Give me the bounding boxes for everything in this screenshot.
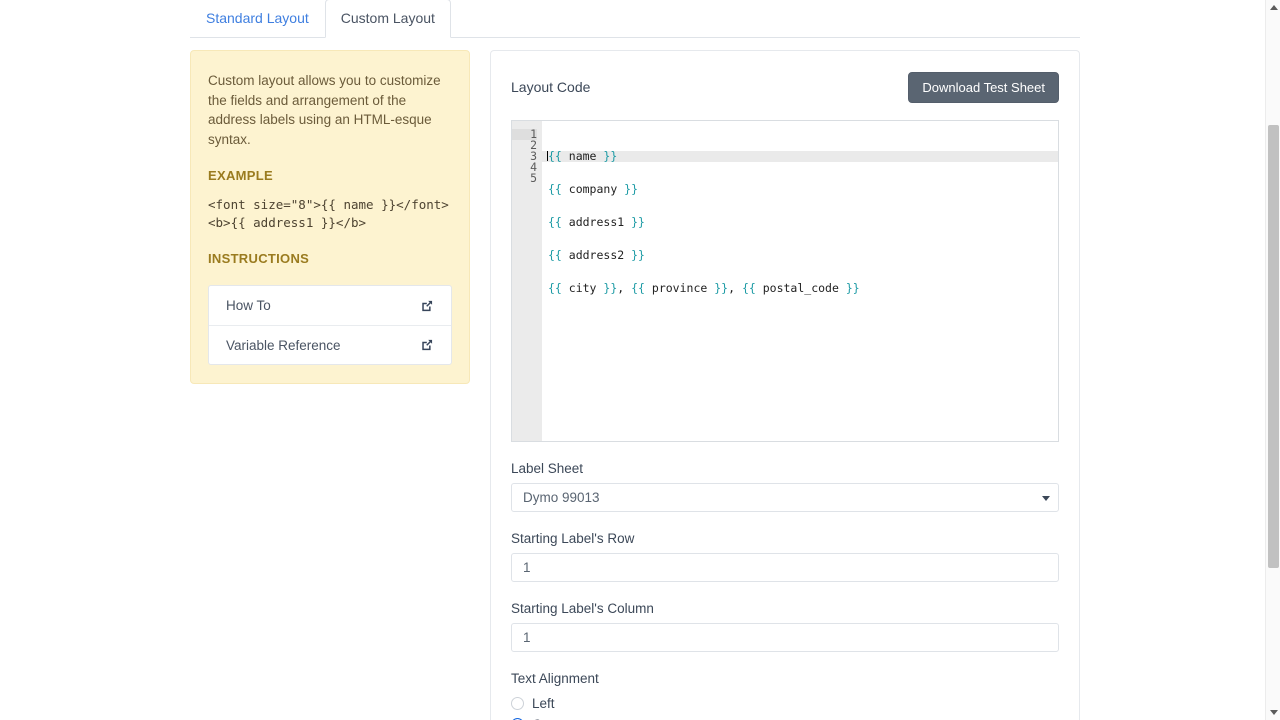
info-lead-text: Custom layout allows you to customize th… [208,73,441,147]
tab-custom-layout[interactable]: Custom Layout [324,0,451,38]
tab-standard-layout[interactable]: Standard Layout [190,0,325,38]
editor-gutter: 1 2 3 4 5 [512,121,542,441]
link-row-variable-reference[interactable]: Variable Reference [209,325,451,364]
line-number: 5 [530,171,537,185]
tab-standard-layout-label: Standard Layout [206,10,309,26]
layout-tabs: Standard Layout Custom Layout [190,0,1080,38]
alignment-option-center[interactable]: Center [511,714,1059,720]
tab-custom-layout-label: Custom Layout [340,10,435,26]
instructions-links-card: How To Variable Reference [208,285,452,365]
code-line-5-text: {{ city }}, {{ province }}, {{ postal_co… [548,281,860,295]
example-code-line-2: <b>{{ address1 }}</b> [208,215,367,230]
radio-left-label[interactable]: Left [532,696,555,711]
code-line-4-text: {{ address2 }} [548,248,645,262]
external-link-icon [420,338,434,352]
scrollbar-thumb[interactable] [1268,125,1279,568]
scrollbar-down-button[interactable] [1266,705,1280,720]
code-line-1: {{ name }} [542,149,1058,163]
instructions-heading: INSTRUCTIONS [208,251,310,266]
starting-row-input[interactable] [511,553,1059,582]
code-line-3: {{ address1 }} [548,215,1058,229]
link-row-how-to[interactable]: How To [209,286,451,325]
radio-left[interactable] [511,696,524,710]
external-link-icon [420,299,434,313]
layout-code-header: Layout Code Download Test Sheet [511,71,1059,103]
starting-column-input[interactable] [511,623,1059,652]
example-heading: EXAMPLE [208,168,273,183]
example-code-line-1: <font size="8">{{ name }}</font> [208,197,449,212]
code-line-3-text: {{ address1 }} [548,215,645,229]
download-test-sheet-button[interactable]: Download Test Sheet [908,71,1059,103]
code-line-1-text: {{ name }} [548,149,618,163]
scrollbar-up-button[interactable] [1266,0,1280,15]
layout-code-editor[interactable]: 1 2 3 4 5 {{ name }} {{ company }} {{ ad… [511,120,1059,442]
code-line-2-text: {{ company }} [548,182,639,196]
editor-code-area[interactable]: {{ name }} {{ company }} {{ address1 }} … [542,121,1058,441]
code-line-2: {{ company }} [548,182,1058,196]
radio-center-label[interactable]: Center [532,717,573,720]
custom-layout-info-panel: Custom layout allows you to customize th… [190,50,470,384]
page-scrollbar[interactable] [1265,0,1280,720]
layout-code-card: Layout Code Download Test Sheet 1 2 3 4 … [490,50,1080,720]
starting-row-label: Starting Label's Row [511,531,635,546]
chevron-down-icon [1269,710,1278,715]
starting-column-label: Starting Label's Column [511,601,654,616]
example-code-block: <font size="8">{{ name }}</font> <b>{{ a… [208,196,452,232]
link-label-variable-reference: Variable Reference [226,337,341,353]
link-label-how-to: How To [226,298,271,313]
code-line-5: {{ city }}, {{ province }}, {{ postal_co… [548,281,1058,295]
chevron-up-icon [1269,5,1278,10]
label-sheet-label: Label Sheet [511,461,584,476]
code-line-4: {{ address2 }} [548,248,1058,262]
layout-code-title: Layout Code [511,79,591,95]
alignment-option-left[interactable]: Left [511,693,1059,713]
label-sheet-select[interactable] [511,483,1059,512]
label-sheet-select-wrap [511,483,1059,512]
text-alignment-label: Text Alignment [511,671,599,686]
page-root: Standard Layout Custom Layout Custom lay… [0,0,1280,720]
